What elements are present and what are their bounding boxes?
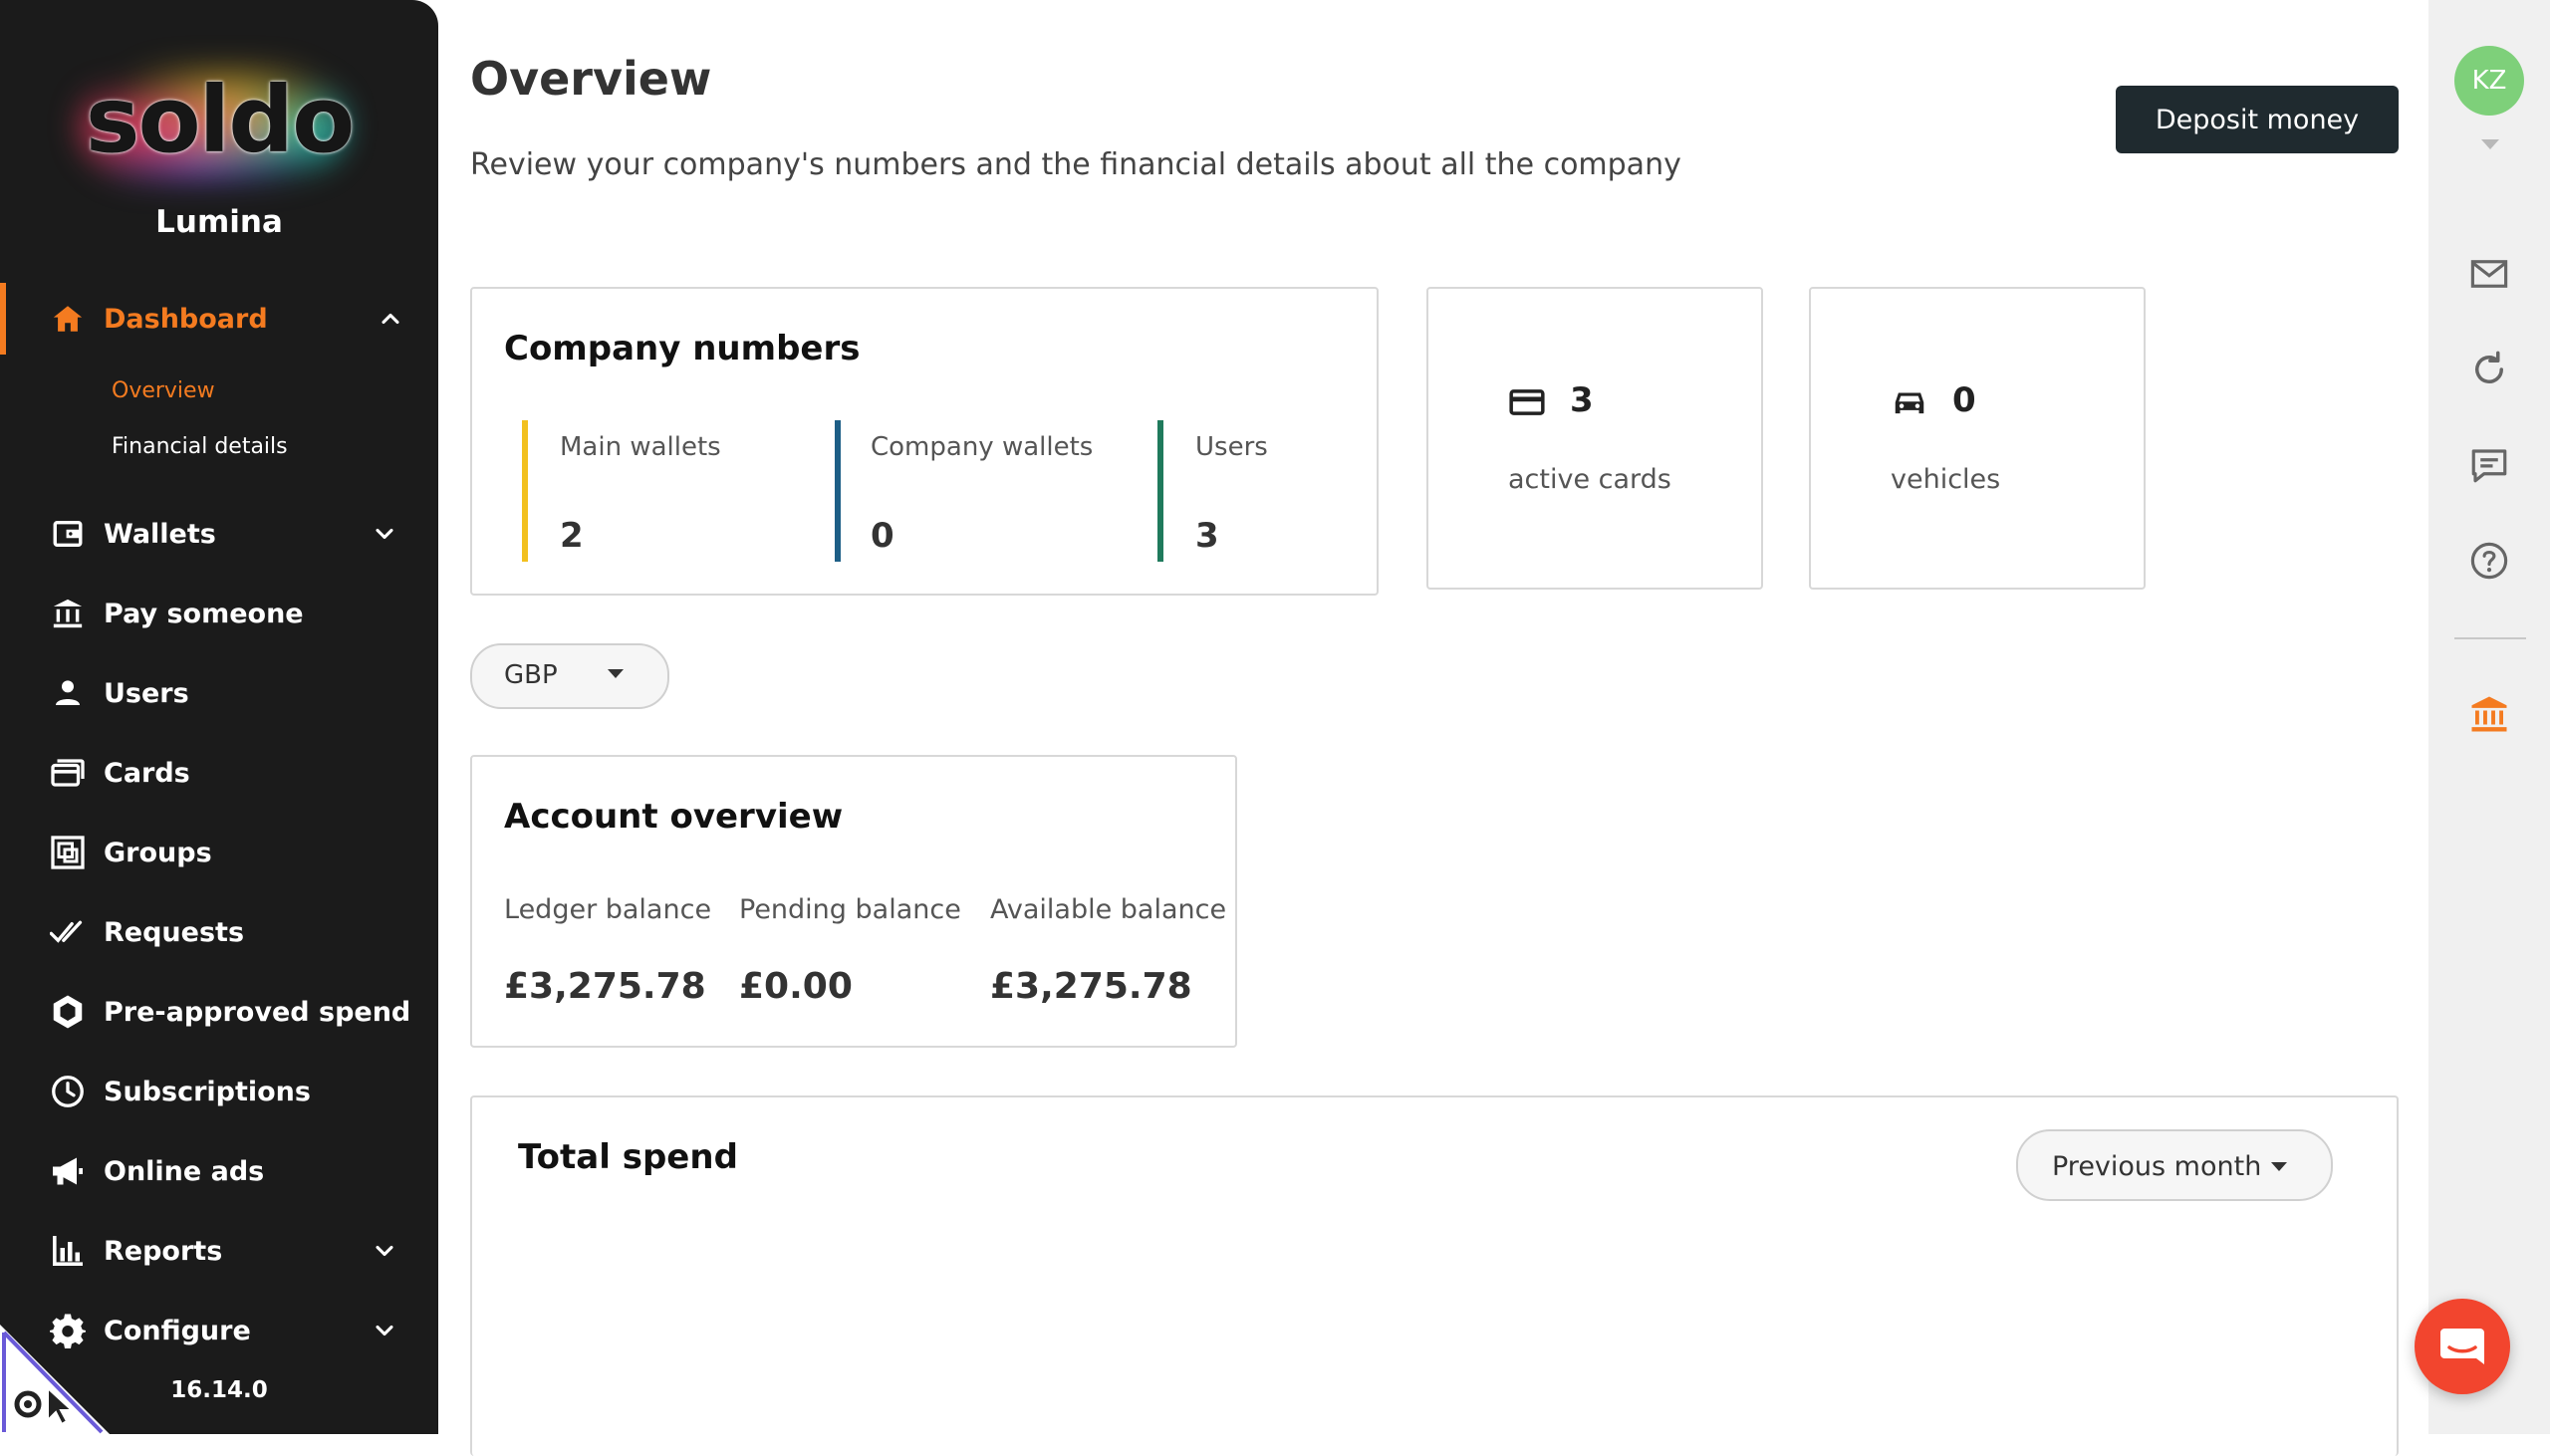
clock-icon: [50, 1074, 86, 1109]
metric-bar: [835, 420, 841, 562]
page-title: Overview: [470, 52, 712, 106]
deposit-money-button[interactable]: Deposit money: [2116, 86, 2399, 153]
ledger-balance: Ledger balance £3,275.78: [504, 894, 712, 1007]
nav-pre-approved-label: Pre-approved spend: [104, 996, 411, 1028]
active-cards-label: active cards: [1508, 464, 1671, 495]
refresh-icon[interactable]: [2468, 349, 2510, 390]
vehicles-value: 0: [1952, 380, 1976, 420]
soldo-logo[interactable]: soldo: [0, 45, 438, 189]
nav-pre-approved-spend[interactable]: Pre-approved spend: [0, 976, 438, 1048]
home-icon: [50, 301, 86, 337]
mail-icon[interactable]: [2468, 253, 2510, 295]
double-check-icon: [50, 914, 86, 950]
nav-cards-label: Cards: [104, 757, 190, 789]
period-select[interactable]: Previous month: [2016, 1129, 2333, 1201]
right-rail: KZ: [2428, 0, 2550, 1434]
chevron-down-icon[interactable]: [371, 1317, 398, 1344]
nav-users-label: Users: [104, 677, 189, 709]
caret-down-icon: [608, 669, 624, 678]
currency-select[interactable]: GBP: [470, 643, 669, 709]
total-spend-card: Total spend Previous month: [470, 1095, 2399, 1456]
ledger-balance-value: £3,275.78: [504, 966, 706, 1007]
nav-online-ads-label: Online ads: [104, 1155, 265, 1187]
nav-reports-label: Reports: [104, 1235, 223, 1267]
nav-cards[interactable]: Cards: [0, 737, 438, 809]
active-cards-card[interactable]: 3 active cards: [1426, 287, 1763, 590]
cards-icon: [50, 755, 86, 791]
chevron-down-icon[interactable]: [371, 520, 398, 548]
metric-bar: [1157, 420, 1163, 562]
chevron-down-icon[interactable]: [371, 1237, 398, 1265]
metric-label: Main wallets: [560, 432, 721, 462]
account-overview-card: Account overview Ledger balance £3,275.7…: [470, 755, 1237, 1048]
sidebar: soldo Lumina Dashboard Overview Financia…: [0, 0, 438, 1434]
company-numbers-title: Company numbers: [504, 329, 861, 368]
nav-dashboard[interactable]: Dashboard: [0, 283, 438, 355]
settings-corner-widget[interactable]: [0, 1325, 110, 1434]
nav-users[interactable]: Users: [0, 657, 438, 729]
metric-value: 2: [560, 516, 584, 556]
hexagon-check-icon: [50, 994, 86, 1030]
nav-wallets-label: Wallets: [104, 518, 216, 550]
available-balance: Available balance £3,275.78: [990, 894, 1227, 1007]
chat-bubble-icon: [2440, 1329, 2484, 1364]
nav-configure-label: Configure: [104, 1315, 251, 1346]
available-balance-label: Available balance: [990, 894, 1227, 925]
account-overview-title: Account overview: [504, 797, 844, 837]
nav-pay-someone-label: Pay someone: [104, 598, 304, 629]
metric-bar: [522, 420, 528, 562]
vehicles-card[interactable]: 0 vehicles: [1809, 287, 2146, 590]
logo-text: soldo: [85, 67, 356, 173]
pending-balance-label: Pending balance: [739, 894, 961, 925]
rail-divider: [2454, 637, 2526, 639]
chevron-up-icon[interactable]: [377, 305, 404, 333]
vehicles-label: vehicles: [1891, 464, 2001, 495]
chat-launcher-button[interactable]: [2415, 1299, 2510, 1394]
nav-subscriptions[interactable]: Subscriptions: [0, 1056, 438, 1127]
car-icon: [1891, 383, 1928, 421]
credit-card-icon: [1508, 383, 1546, 421]
bar-chart-icon: [50, 1233, 86, 1269]
nav-online-ads[interactable]: Online ads: [0, 1135, 438, 1207]
help-icon[interactable]: [2468, 540, 2510, 582]
nav-pay-someone[interactable]: Pay someone: [0, 578, 438, 649]
total-spend-title: Total spend: [518, 1137, 738, 1177]
user-icon: [50, 675, 86, 711]
nav-groups-label: Groups: [104, 837, 212, 868]
avatar-caret-icon[interactable]: [2481, 139, 2499, 149]
company-name: Lumina: [155, 204, 283, 240]
period-value: Previous month: [2052, 1151, 2262, 1182]
main-content: Overview Review your company's numbers a…: [438, 0, 2428, 1456]
wallet-icon: [50, 516, 86, 552]
currency-value: GBP: [504, 660, 558, 690]
caret-down-icon: [2271, 1162, 2287, 1171]
nav-dashboard-label: Dashboard: [104, 303, 268, 335]
nav-requests-label: Requests: [104, 916, 245, 948]
nav-sub-overview[interactable]: Overview: [112, 378, 215, 403]
pending-balance: Pending balance £0.00: [739, 894, 961, 1007]
ledger-balance-label: Ledger balance: [504, 894, 712, 925]
company-numbers-card: Company numbers Main wallets 2 Company w…: [470, 287, 1379, 596]
user-avatar[interactable]: KZ: [2454, 46, 2524, 116]
metric-value: 3: [1195, 516, 1219, 556]
nav-reports[interactable]: Reports: [0, 1215, 438, 1287]
megaphone-icon: [50, 1153, 86, 1189]
active-cards-value: 3: [1570, 380, 1594, 420]
metric-value: 0: [871, 516, 894, 556]
nav-subscriptions-label: Subscriptions: [104, 1076, 311, 1107]
pending-balance-value: £0.00: [739, 966, 853, 1007]
nav-requests[interactable]: Requests: [0, 896, 438, 968]
bank-transfer-icon: [50, 596, 86, 631]
metric-label: Users: [1195, 432, 1268, 462]
metric-label: Company wallets: [871, 432, 1094, 462]
groups-icon: [50, 835, 86, 870]
nav-sub-financial-details[interactable]: Financial details: [112, 434, 288, 459]
nav-groups[interactable]: Groups: [0, 817, 438, 888]
page-subtitle: Review your company's numbers and the fi…: [470, 147, 1681, 182]
bank-icon[interactable]: [2468, 693, 2510, 735]
nav-wallets[interactable]: Wallets: [0, 498, 438, 570]
available-balance-value: £3,275.78: [990, 966, 1192, 1007]
chat-icon[interactable]: [2468, 444, 2510, 486]
